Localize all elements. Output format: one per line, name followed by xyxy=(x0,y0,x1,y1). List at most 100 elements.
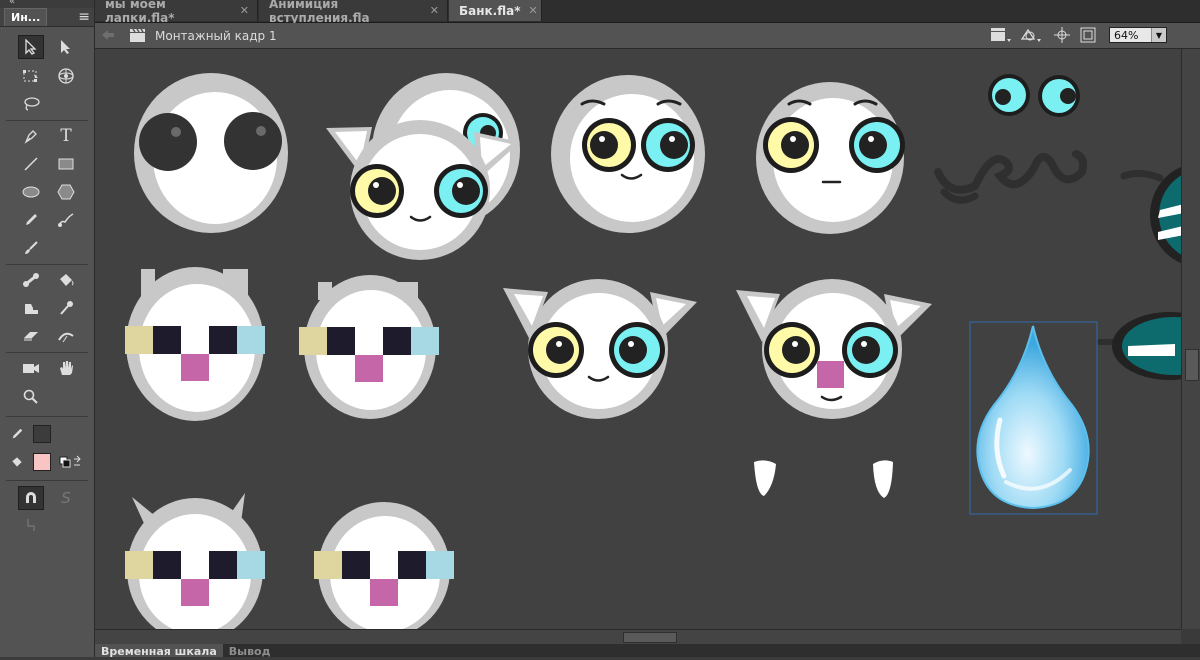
edit-symbols-icon[interactable] xyxy=(1020,27,1042,44)
camera-tool[interactable] xyxy=(18,356,44,380)
line-icon xyxy=(24,157,38,171)
chevron-down-icon[interactable]: ▼ xyxy=(1151,28,1166,42)
face-neutral[interactable] xyxy=(756,82,905,234)
close-icon[interactable]: ✕ xyxy=(430,4,439,17)
oval-tool[interactable] xyxy=(18,180,44,204)
ink-bottle-tool[interactable] xyxy=(18,296,44,320)
straighten-tool[interactable] xyxy=(18,513,44,537)
subselection-tool[interactable] xyxy=(53,35,79,59)
hand-tool[interactable] xyxy=(53,356,79,380)
water-drop[interactable] xyxy=(969,321,1098,515)
polystar-tool[interactable] xyxy=(53,180,79,204)
text-icon: T xyxy=(60,126,72,146)
face-dark-eyes[interactable] xyxy=(134,73,288,233)
fill-color-swatch[interactable] xyxy=(33,453,51,471)
text-tool[interactable]: T xyxy=(53,124,79,148)
pixel-face-1[interactable] xyxy=(125,267,265,421)
vertical-scroll-thumb[interactable] xyxy=(1185,349,1199,381)
free-transform-tool[interactable] xyxy=(18,64,44,88)
document-tabs: мы моем лапки.fla* ✕ Анимиция вступления… xyxy=(95,0,1200,25)
pencil-icon xyxy=(26,214,37,225)
doc-tab-bank[interactable]: Банк.fla* ✕ xyxy=(449,0,542,21)
rectangle-tool[interactable] xyxy=(53,152,79,176)
bottom-panel-tabs: Временная шкала Вывод xyxy=(95,644,1200,658)
magnet-icon xyxy=(26,492,36,503)
doc-tab-wash-paws[interactable]: мы моем лапки.fla* ✕ xyxy=(95,0,258,25)
pencil-tool[interactable] xyxy=(18,208,44,232)
width-tool[interactable] xyxy=(53,324,79,348)
fang-left[interactable] xyxy=(754,460,776,496)
camera-icon xyxy=(23,364,39,373)
cat-face-smiling[interactable] xyxy=(503,279,697,419)
rectangle-icon xyxy=(58,158,74,170)
eraser-tool[interactable] xyxy=(18,324,44,348)
stroke-color-swatch[interactable] xyxy=(33,425,51,443)
brush-tool[interactable] xyxy=(18,236,44,260)
paint-brush-tool[interactable] xyxy=(53,208,79,232)
pencil-icon xyxy=(12,428,23,439)
panel-menu-icon[interactable]: ≡ xyxy=(78,9,90,25)
center-stage-icon[interactable] xyxy=(1054,27,1070,43)
magnifier-icon xyxy=(23,389,38,404)
tools-separator xyxy=(6,416,88,417)
swap-colors-tool[interactable] xyxy=(58,450,84,474)
tools-separator xyxy=(6,480,88,481)
loose-eyes[interactable] xyxy=(988,74,1080,117)
pixel-face-2[interactable] xyxy=(299,275,439,419)
eyedropper-tool[interactable] xyxy=(53,296,79,320)
stroke-color-tool[interactable] xyxy=(4,422,30,446)
cat-face-pink-nose[interactable] xyxy=(736,279,932,419)
horizontal-scrollbar[interactable] xyxy=(95,629,1181,644)
mustache-shape[interactable] xyxy=(934,150,1088,204)
lasso-tool[interactable] xyxy=(18,92,44,116)
pen-tool[interactable] xyxy=(18,124,44,148)
width-icon xyxy=(58,332,74,343)
scroll-corner xyxy=(1181,629,1200,643)
tab-output[interactable]: Вывод xyxy=(223,644,277,658)
line-tool[interactable] xyxy=(18,152,44,176)
bone-tool[interactable] xyxy=(18,268,44,292)
doc-tab-intro-animation[interactable]: Анимиция вступления.fla ✕ xyxy=(259,0,448,25)
close-icon[interactable]: ✕ xyxy=(240,4,249,17)
face-smiling[interactable] xyxy=(551,75,705,233)
collapse-icon[interactable]: « xyxy=(9,0,15,7)
eyedropper-icon xyxy=(60,301,73,315)
tab-timeline[interactable]: Временная шкала xyxy=(95,644,223,658)
tools-panel: « Ин... ≡ T S xyxy=(0,0,95,657)
white-arrow-icon xyxy=(61,40,70,54)
transform-icon xyxy=(23,70,38,82)
selection-tool[interactable] xyxy=(18,35,44,59)
fang-right[interactable] xyxy=(873,460,893,498)
doc-tab-label: мы моем лапки.fla* xyxy=(105,0,175,25)
straighten-icon xyxy=(27,519,35,531)
zoom-select[interactable]: 64% ▼ xyxy=(1109,27,1167,43)
edit-scene-icon[interactable] xyxy=(990,27,1012,44)
scene-breadcrumb[interactable]: Монтажный кадр 1 xyxy=(155,29,277,43)
close-icon[interactable]: ✕ xyxy=(529,4,538,17)
horizontal-scroll-thumb[interactable] xyxy=(623,632,677,643)
zoom-tool[interactable] xyxy=(18,385,44,409)
tools-panel-tab[interactable]: Ин... xyxy=(4,8,48,26)
snap-to-objects-tool[interactable] xyxy=(18,486,44,510)
smooth-tool[interactable]: S xyxy=(53,486,79,510)
doc-tab-label: Банк.fla* xyxy=(459,3,521,18)
vertical-scrollbar[interactable] xyxy=(1181,49,1200,629)
rotate-3d-icon xyxy=(58,68,74,84)
clip-to-stage-icon[interactable] xyxy=(1080,27,1096,43)
smooth-icon: S xyxy=(61,489,71,507)
paint-bucket-icon xyxy=(60,274,74,286)
teal-shape-bottom[interactable] xyxy=(1097,312,1181,380)
doc-tab-label: Анимиция вступления.fla xyxy=(269,0,370,25)
tools-separator xyxy=(6,264,88,265)
back-arrow-icon[interactable] xyxy=(101,29,115,41)
paint-bucket-tool[interactable] xyxy=(53,268,79,292)
teal-shape-top[interactable] xyxy=(1120,163,1181,267)
stage-canvas[interactable] xyxy=(95,49,1181,629)
pixel-face-3[interactable] xyxy=(125,493,265,629)
scene-clapper-icon xyxy=(130,28,145,42)
3d-rotation-tool[interactable] xyxy=(53,64,79,88)
tools-panel-header: Ин... ≡ xyxy=(0,8,94,27)
fill-color-tool[interactable] xyxy=(4,450,30,474)
pixel-face-4[interactable] xyxy=(314,502,454,629)
paint-brush-icon xyxy=(58,213,74,227)
